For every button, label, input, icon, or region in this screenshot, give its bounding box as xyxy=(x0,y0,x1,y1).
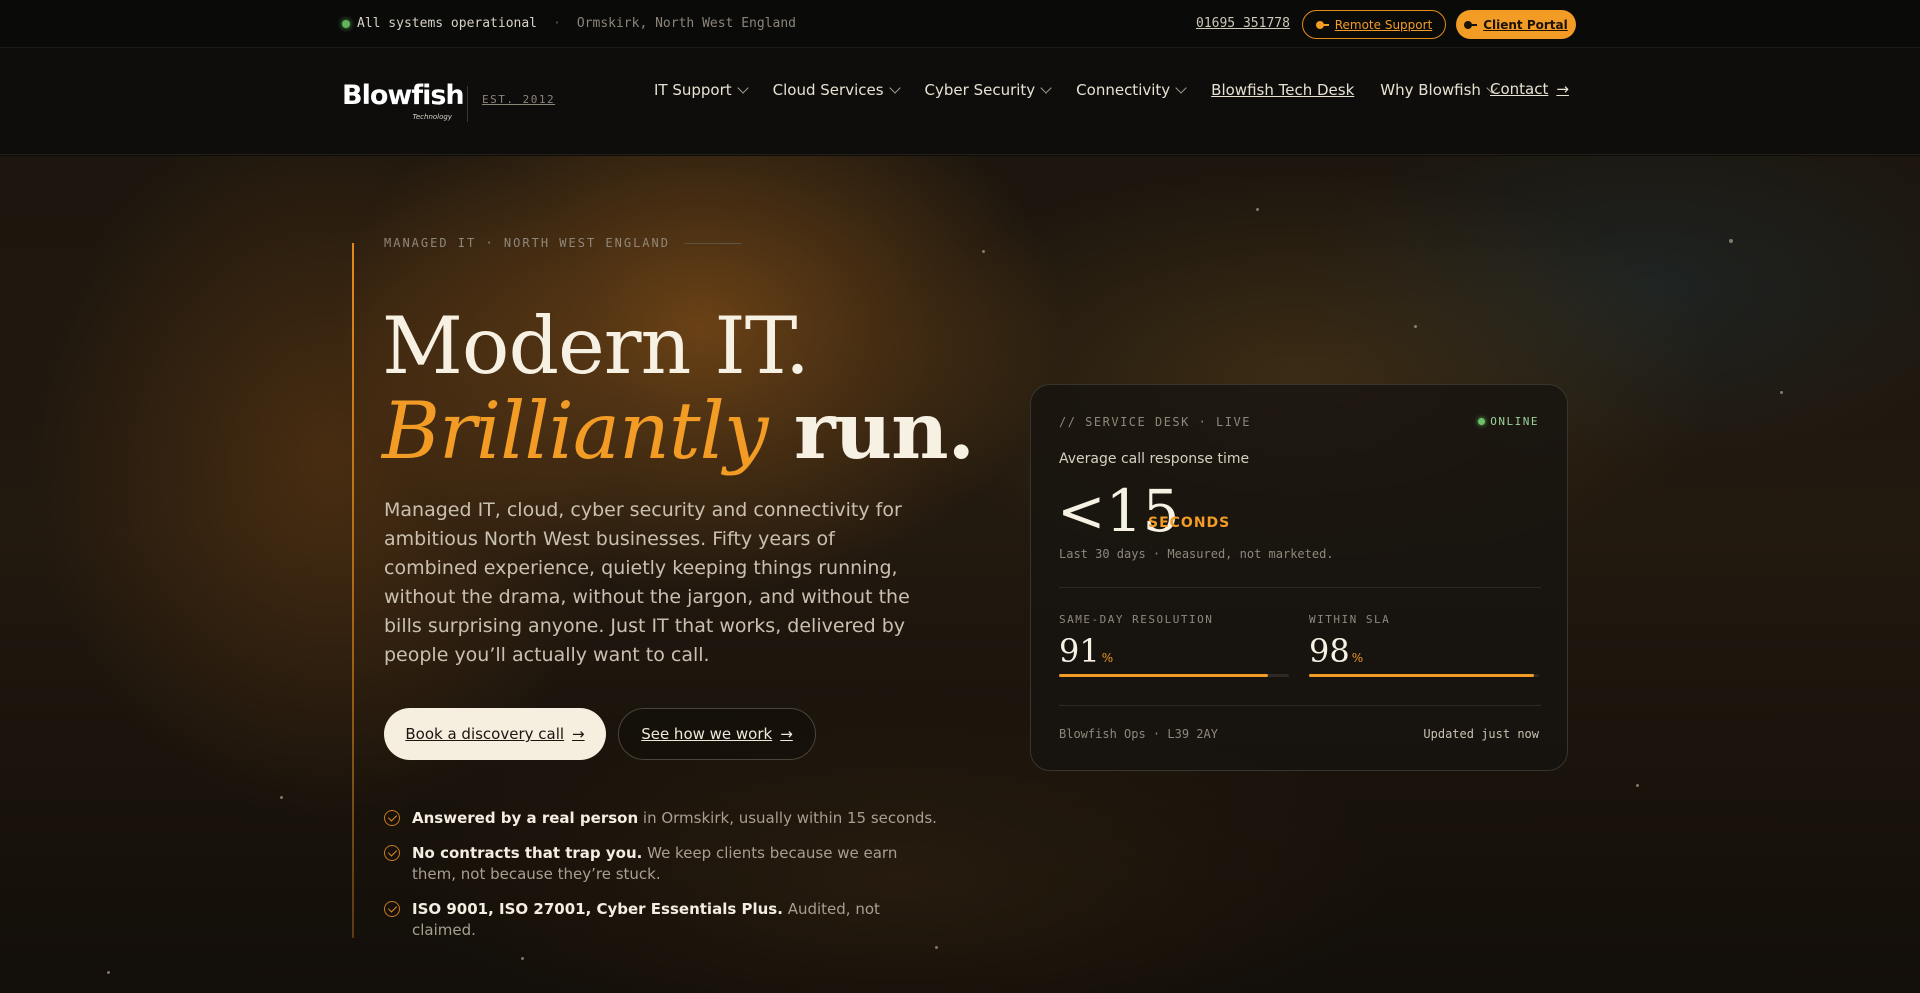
hero-title-rest: run. xyxy=(767,384,975,477)
nav-item-label: Connectivity xyxy=(1076,81,1171,99)
chevron-down-icon xyxy=(1175,81,1187,94)
remote-support-label: Remote Support xyxy=(1334,17,1433,32)
chevron-down-icon xyxy=(888,81,901,94)
hero-intro: Managed IT, cloud, cyber security and co… xyxy=(384,499,910,666)
key-icon xyxy=(1315,20,1329,29)
list-item: ISO 9001, ISO 27001, Cyber Essentials Pl… xyxy=(384,899,944,941)
arrow-right-icon: → xyxy=(780,725,793,743)
contact-label: Contact xyxy=(1490,80,1549,98)
check-circle-icon xyxy=(384,810,400,826)
nav-item-cyber-security[interactable]: Cyber Security xyxy=(924,81,1052,99)
progress-bar xyxy=(1059,674,1289,677)
key-icon xyxy=(1464,20,1478,29)
card-divider xyxy=(1059,587,1541,588)
hero-title-line-1: Modern IT. xyxy=(382,300,810,392)
nav-item-connectivity[interactable]: Connectivity xyxy=(1076,81,1187,99)
online-dot-icon xyxy=(1478,418,1486,425)
decorative-speck xyxy=(1780,391,1783,394)
nav-item-label: Blowfish Tech Desk xyxy=(1211,81,1355,99)
top-bar: All systems operational · Ormskirk, Nort… xyxy=(0,0,1920,48)
contact-link[interactable]: Contact → xyxy=(1490,80,1569,98)
card-divider xyxy=(1059,705,1541,706)
chevron-down-icon xyxy=(1040,81,1052,94)
nav-item-label: Cloud Services xyxy=(772,81,884,99)
hero-title-line-2: Brilliantly run. xyxy=(382,384,975,477)
progress-fill xyxy=(1059,674,1269,677)
eyebrow-text: MANAGED IT · NORTH WEST ENGLAND xyxy=(384,236,670,250)
main-nav: Blowfish Technology EST. 2012 IT Support… xyxy=(0,48,1920,155)
card-footer-location: Blowfish Ops · L39 2AY xyxy=(1059,727,1218,741)
est-badge[interactable]: EST. 2012 xyxy=(482,93,555,106)
remote-support-button[interactable]: Remote Support xyxy=(1302,10,1446,39)
hero-background xyxy=(0,156,1920,993)
stat-value: 98% xyxy=(1309,632,1364,670)
nav-menu: IT Support Cloud Services Cyber Security… xyxy=(654,81,1522,99)
decorative-speck xyxy=(280,796,283,799)
nav-item-label: Cyber Security xyxy=(924,81,1036,99)
progress-bar xyxy=(1309,674,1539,677)
stat-label: SAME-DAY RESOLUTION xyxy=(1059,613,1214,626)
book-discovery-call-button[interactable]: Book a discovery call → xyxy=(384,708,606,760)
nav-item-cloud-services[interactable]: Cloud Services xyxy=(772,81,901,99)
feature-text: No contracts that trap you. We keep clie… xyxy=(412,844,898,883)
online-label: ONLINE xyxy=(1490,415,1539,428)
progress-fill xyxy=(1309,674,1535,677)
system-status: All systems operational · Ormskirk, Nort… xyxy=(342,16,796,31)
service-desk-card: // SERVICE DESK · LIVE ONLINE Average ca… xyxy=(1030,384,1568,771)
decorative-speck xyxy=(1414,325,1417,328)
metric-value: <15 xyxy=(1057,477,1180,545)
online-badge: ONLINE xyxy=(1478,415,1539,428)
nav-item-tech-desk[interactable]: Blowfish Tech Desk xyxy=(1211,81,1354,99)
cta-primary-label: Book a discovery call xyxy=(405,725,565,743)
hero-eyebrow: MANAGED IT · NORTH WEST ENGLAND xyxy=(384,236,742,250)
list-item: Answered by a real person in Ormskirk, u… xyxy=(384,808,944,829)
list-item: No contracts that trap you. We keep clie… xyxy=(384,843,944,885)
arrow-right-icon: → xyxy=(572,725,585,743)
hero-title-accent: Brilliantly xyxy=(382,385,769,477)
stat-same-day-resolution: SAME-DAY RESOLUTION 91% xyxy=(1059,613,1289,677)
stat-within-sla: WITHIN SLA 98% xyxy=(1309,613,1539,677)
logo[interactable]: Blowfish Technology xyxy=(342,80,465,124)
feature-text: ISO 9001, ISO 27001, Cyber Essentials Pl… xyxy=(412,900,880,939)
decorative-speck xyxy=(107,971,110,974)
arrow-right-icon: → xyxy=(1556,80,1569,98)
decorative-speck xyxy=(982,250,985,253)
card-header: // SERVICE DESK · LIVE xyxy=(1059,415,1251,429)
stat-label: WITHIN SLA xyxy=(1309,613,1391,626)
metric-note: Last 30 days · Measured, not marketed. xyxy=(1059,547,1334,561)
cta-secondary-label: See how we work xyxy=(641,725,773,743)
eyebrow-rule xyxy=(683,242,742,244)
logo-divider xyxy=(467,86,468,122)
decorative-speck xyxy=(521,957,524,960)
status-dot-icon xyxy=(342,19,350,28)
logo-subtitle: Technology xyxy=(412,113,452,121)
nav-item-label: IT Support xyxy=(654,81,732,99)
decorative-speck xyxy=(1636,784,1639,787)
check-circle-icon xyxy=(384,901,400,917)
check-circle-icon xyxy=(384,845,400,861)
decorative-speck xyxy=(1729,239,1733,243)
nav-item-it-support[interactable]: IT Support xyxy=(654,81,749,99)
logo-wordmark: Blowfish xyxy=(342,80,465,111)
phone-link[interactable]: 01695 351778 xyxy=(1196,16,1290,31)
metric-label: Average call response time xyxy=(1059,451,1250,467)
client-portal-label: Client Portal xyxy=(1483,17,1568,32)
status-text: All systems operational xyxy=(357,16,538,31)
separator-dot: · xyxy=(553,16,561,31)
nav-item-label: Why Blowfish xyxy=(1380,81,1481,99)
feature-text: Answered by a real person in Ormskirk, u… xyxy=(412,809,937,827)
see-how-we-work-button[interactable]: See how we work → xyxy=(618,708,816,760)
client-portal-button[interactable]: Client Portal xyxy=(1456,10,1576,39)
card-footer-updated: Updated just now xyxy=(1423,727,1539,741)
decorative-speck xyxy=(1256,208,1259,211)
feature-list: Answered by a real person in Ormskirk, u… xyxy=(384,808,944,955)
stat-value: 91% xyxy=(1059,632,1114,670)
metric-unit: SECONDS xyxy=(1148,515,1231,531)
nav-item-why-blowfish[interactable]: Why Blowfish xyxy=(1380,81,1498,99)
hero-accent-line xyxy=(352,243,354,938)
location-text: Ormskirk, North West England xyxy=(576,16,796,31)
chevron-down-icon xyxy=(736,81,749,94)
